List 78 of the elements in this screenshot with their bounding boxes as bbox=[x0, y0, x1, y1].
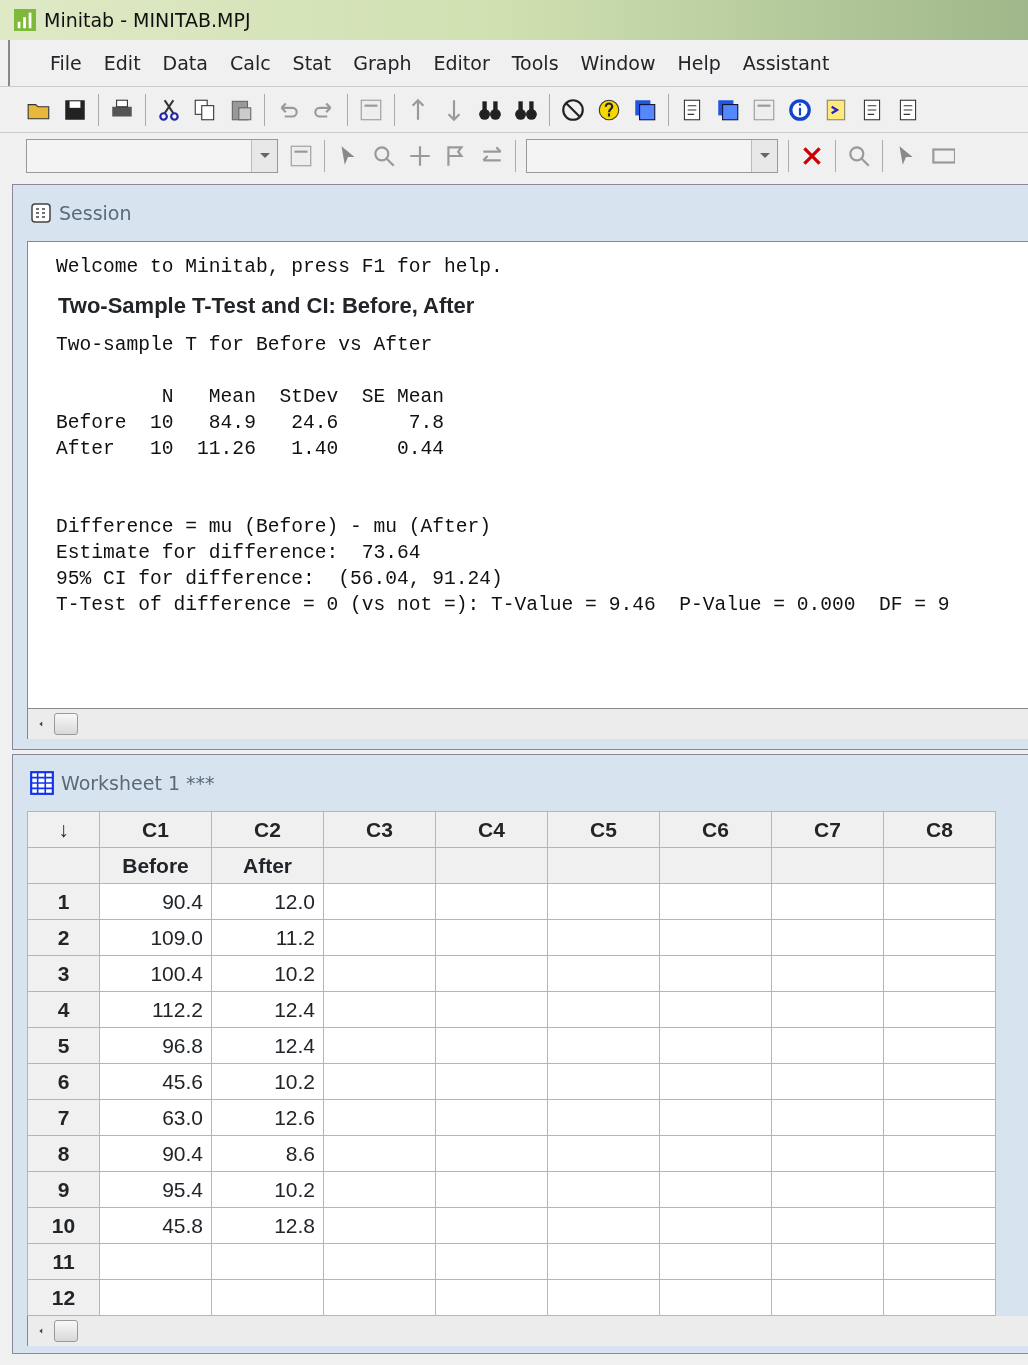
table-cell[interactable]: 100.4 bbox=[99, 955, 212, 992]
row-number[interactable]: 2 bbox=[27, 919, 100, 956]
table-cell[interactable]: 45.8 bbox=[99, 1207, 212, 1244]
output-line: Before 10 84.9 24.6 7.8 bbox=[56, 411, 446, 436]
menu-item[interactable]: Assistant bbox=[742, 48, 830, 78]
table-cell[interactable]: 10.2 bbox=[211, 955, 324, 992]
combo-box[interactable] bbox=[26, 138, 278, 173]
output-line: Welcome to Minitab, press F1 for help. bbox=[56, 255, 504, 280]
scrollbar-thumb[interactable] bbox=[54, 713, 78, 735]
table-cell[interactable]: 12.4 bbox=[211, 991, 324, 1028]
column-header[interactable]: C3 bbox=[323, 811, 436, 848]
column-header[interactable]: C4 bbox=[435, 811, 548, 848]
menu-item[interactable]: Editor bbox=[433, 48, 490, 78]
column-name[interactable]: Before bbox=[99, 847, 212, 884]
row-number[interactable]: 12 bbox=[27, 1279, 100, 1316]
dropdown-arrow-icon bbox=[259, 153, 270, 158]
row-number[interactable]: 11 bbox=[27, 1243, 100, 1280]
menu-item[interactable]: Graph bbox=[353, 48, 412, 78]
table-cell[interactable]: 10.2 bbox=[211, 1171, 324, 1208]
table-cell[interactable]: 12.8 bbox=[211, 1207, 324, 1244]
window-title: Session bbox=[59, 200, 132, 226]
menu-item[interactable]: Tools bbox=[511, 48, 559, 78]
table-cell[interactable]: 90.4 bbox=[99, 1135, 212, 1172]
column-header[interactable]: C7 bbox=[771, 811, 884, 848]
row-number[interactable]: 7 bbox=[27, 1099, 100, 1136]
output-line: After 10 11.26 1.40 0.44 bbox=[56, 437, 446, 462]
table-cell[interactable]: 90.4 bbox=[99, 883, 212, 920]
output-line: Two-sample T for Before vs After bbox=[56, 333, 434, 358]
combo-box[interactable] bbox=[526, 138, 778, 173]
row-number[interactable]: 9 bbox=[27, 1171, 100, 1208]
table-cell[interactable]: 12.4 bbox=[211, 1027, 324, 1064]
row-number[interactable]: 10 bbox=[27, 1207, 100, 1244]
menu-item[interactable]: Help bbox=[677, 48, 721, 78]
menu-item[interactable]: Window bbox=[580, 48, 656, 78]
scrollbar-thumb[interactable] bbox=[54, 1320, 78, 1342]
table-cell[interactable]: 63.0 bbox=[99, 1099, 212, 1136]
table-cell[interactable]: 12.6 bbox=[211, 1099, 324, 1136]
table-cell[interactable]: 112.2 bbox=[99, 991, 212, 1028]
table-cell[interactable]: 109.0 bbox=[99, 919, 212, 956]
row-number[interactable]: 8 bbox=[27, 1135, 100, 1172]
column-header[interactable]: C6 bbox=[659, 811, 772, 848]
row-number[interactable]: 6 bbox=[27, 1063, 100, 1100]
menu-item[interactable]: Stat bbox=[292, 48, 332, 78]
row-number[interactable]: 4 bbox=[27, 991, 100, 1028]
menu-item[interactable]: Edit bbox=[103, 48, 141, 78]
menu-item[interactable]: Calc bbox=[229, 48, 271, 78]
column-name[interactable]: After bbox=[211, 847, 324, 884]
column-header[interactable]: C2 bbox=[211, 811, 324, 848]
row-number[interactable]: 5 bbox=[27, 1027, 100, 1064]
row-number[interactable]: 1 bbox=[27, 883, 100, 920]
table-cell[interactable]: 95.4 bbox=[99, 1171, 212, 1208]
menu-item[interactable]: Data bbox=[162, 48, 208, 78]
cancel-icon[interactable] bbox=[560, 96, 586, 123]
output-heading: Two-Sample T-Test and CI: Before, After bbox=[58, 293, 476, 319]
output-line: 95% CI for difference: (56.04, 91.24) bbox=[56, 567, 504, 592]
table-cell[interactable]: 96.8 bbox=[99, 1027, 212, 1064]
window-title: Worksheet 1 *** bbox=[61, 770, 215, 796]
dropdown-arrow-icon bbox=[759, 153, 770, 158]
info-icon[interactable] bbox=[787, 96, 813, 123]
output-line: Estimate for difference: 73.64 bbox=[56, 541, 422, 566]
table-cell[interactable]: 11.2 bbox=[211, 919, 324, 956]
output-line: N Mean StDev SE Mean bbox=[160, 385, 446, 410]
window-title: Minitab - MINITAB.MPJ bbox=[44, 7, 251, 33]
sort-arrow-header[interactable]: ↓ bbox=[27, 811, 100, 848]
row-number[interactable]: 3 bbox=[27, 955, 100, 992]
output-line: T-Test of difference = 0 (vs not =): T-Value = 9.46 P-Value = 0.000 DF = 9 bbox=[56, 593, 951, 618]
table-cell[interactable]: 8.6 bbox=[211, 1135, 324, 1172]
table-cell[interactable]: 10.2 bbox=[211, 1063, 324, 1100]
output-line: Difference = mu (Before) - mu (After) bbox=[56, 515, 493, 540]
column-header[interactable]: C8 bbox=[883, 811, 996, 848]
column-header[interactable]: C5 bbox=[547, 811, 660, 848]
table-cell[interactable]: 45.6 bbox=[99, 1063, 212, 1100]
worksheet-grid-icon bbox=[29, 770, 55, 796]
session-icon bbox=[29, 201, 53, 225]
menu-item[interactable]: File bbox=[50, 48, 82, 78]
column-header[interactable]: C1 bbox=[99, 811, 212, 848]
app-logo-icon bbox=[14, 9, 36, 31]
table-cell[interactable]: 12.0 bbox=[211, 883, 324, 920]
